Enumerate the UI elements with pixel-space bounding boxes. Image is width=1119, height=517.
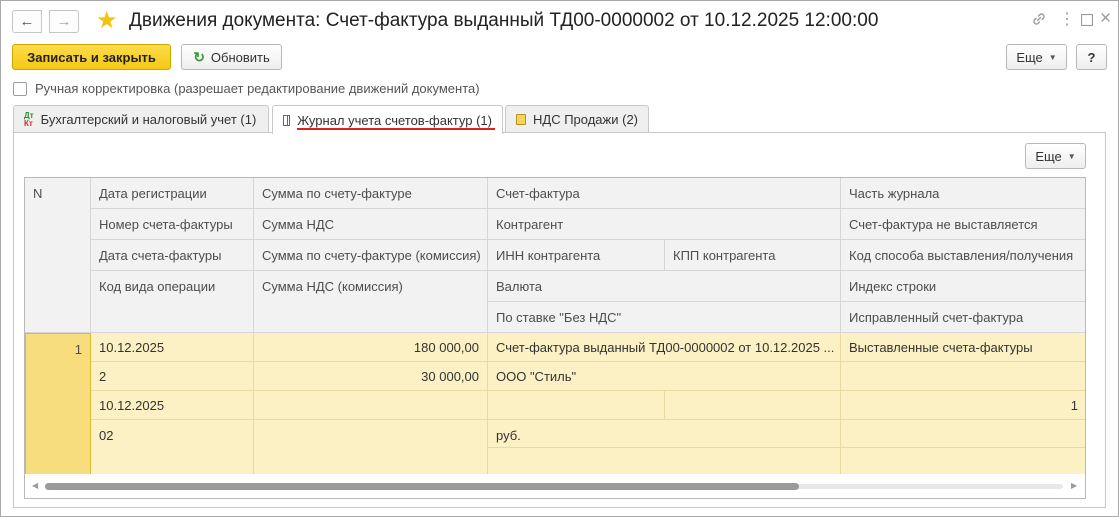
header-operation-code[interactable]: Код вида операции	[91, 271, 254, 333]
header-registration-date[interactable]: Дата регистрации	[91, 178, 254, 209]
cell-currency[interactable]: руб.	[488, 420, 841, 448]
dt-kt-icon: Дт Кт	[24, 110, 34, 128]
header-invoice[interactable]: Счет-фактура	[488, 178, 841, 209]
header-invoice-amount-commission[interactable]: Сумма по счету-фактуре (комиссия)	[254, 240, 488, 271]
header-invoice-amount[interactable]: Сумма по счету-фактуре	[254, 178, 488, 209]
cell-counterparty[interactable]: ООО "Стиль"	[488, 362, 841, 391]
header-issue-method-code[interactable]: Код способа выставления/получения	[841, 240, 1085, 271]
header-counterparty-inn[interactable]: ИНН контрагента	[488, 240, 665, 271]
horizontal-scrollbar[interactable]: ◀ ▶	[25, 474, 1085, 498]
header-invoice-date[interactable]: Дата счета-фактуры	[91, 240, 254, 271]
scroll-right-icon[interactable]: ▶	[1071, 481, 1077, 490]
table-grid-icon	[283, 114, 291, 126]
cell-corrected-invoice[interactable]	[841, 448, 1085, 476]
link-icon[interactable]	[1031, 11, 1047, 31]
cell-counterparty-inn[interactable]	[488, 391, 665, 420]
tab-vat-sales[interactable]: НДС Продажи (2)	[505, 105, 649, 133]
header-n[interactable]: N	[25, 178, 91, 333]
table-row-number[interactable]: 1	[25, 333, 91, 476]
refresh-button[interactable]: ↻ Обновить	[181, 44, 282, 70]
manual-correction-label: Ручная корректировка (разрешает редактир…	[35, 81, 480, 96]
active-tab-underline	[297, 128, 495, 130]
cell-journal-part[interactable]: Выставленные счета-фактуры	[841, 333, 1085, 362]
chevron-down-icon: ▼	[1067, 151, 1076, 161]
scroll-left-icon[interactable]: ◀	[32, 481, 38, 490]
favorite-star-icon[interactable]: ★	[96, 9, 118, 33]
cell-invoice[interactable]: Счет-фактура выданный ТД00-0000002 от 10…	[488, 333, 841, 362]
header-row-index[interactable]: Индекс строки	[841, 271, 1085, 302]
arrow-right-icon: →	[56, 13, 72, 30]
more-button[interactable]: Еще ▼	[1006, 44, 1067, 70]
refresh-icon: ↻	[193, 48, 205, 65]
tab-accounting-label: Бухгалтерский и налоговый учет (1)	[40, 112, 257, 127]
more-menu-icon[interactable]: ⋮	[1059, 9, 1075, 29]
header-corrected-invoice[interactable]: Исправленный счет-фактура	[841, 302, 1085, 333]
chevron-down-icon: ▼	[1048, 52, 1057, 62]
cell-invoice-amount[interactable]: 180 000,00	[254, 333, 488, 362]
header-vat-amount-commission[interactable]: Сумма НДС (комиссия)	[254, 271, 488, 333]
cell-registration-date[interactable]: 10.12.2025	[91, 333, 254, 362]
tab-invoice-journal-label: Журнал учета счетов-фактур (1)	[297, 112, 492, 128]
cell-operation-code[interactable]: 02	[91, 420, 254, 476]
cell-no-vat-rate[interactable]	[488, 448, 841, 476]
help-button[interactable]: ?	[1076, 44, 1107, 70]
manual-correction-checkbox[interactable]	[13, 81, 27, 96]
header-currency[interactable]: Валюта	[488, 271, 841, 302]
header-vat-amount[interactable]: Сумма НДС	[254, 209, 488, 240]
arrow-left-icon: ←	[19, 13, 35, 30]
tab-vat-sales-label: НДС Продажи (2)	[533, 112, 638, 127]
invoice-journal-table: N Дата регистрации Сумма по счету-фактур…	[24, 177, 1086, 499]
header-journal-part[interactable]: Часть журнала	[841, 178, 1085, 209]
manual-correction-row[interactable]: Ручная корректировка (разрешает редактир…	[13, 81, 480, 96]
cell-counterparty-kpp[interactable]	[665, 391, 841, 420]
cell-vat-amount[interactable]: 30 000,00	[254, 362, 488, 391]
scrollbar-thumb[interactable]	[45, 483, 799, 490]
maximize-icon[interactable]	[1080, 13, 1094, 30]
vat-sales-icon	[516, 114, 527, 125]
header-not-issued[interactable]: Счет-фактура не выставляется	[841, 209, 1085, 240]
cell-row-index[interactable]: 1	[841, 391, 1085, 420]
forward-button[interactable]: →	[49, 10, 79, 33]
refresh-label: Обновить	[210, 49, 270, 65]
cell-vat-amount-commission[interactable]	[254, 420, 488, 476]
header-invoice-number[interactable]: Номер счета-фактуры	[91, 209, 254, 240]
close-icon[interactable]: ×	[1100, 8, 1111, 30]
header-no-vat-rate[interactable]: По ставке "Без НДС"	[488, 302, 841, 333]
window-title: Движения документа: Счет-фактура выданны…	[129, 10, 879, 31]
save-and-close-button[interactable]: Записать и закрыть	[12, 44, 171, 70]
cell-invoice-number[interactable]: 2	[91, 362, 254, 391]
back-button[interactable]: ←	[12, 10, 42, 33]
cell-not-issued[interactable]	[841, 362, 1085, 391]
table-more-button[interactable]: Еще ▼	[1025, 143, 1086, 169]
movements-window: ← → ★ Движения документа: Счет-фактура в…	[0, 0, 1119, 517]
cell-invoice-date[interactable]: 10.12.2025	[91, 391, 254, 420]
more-label: Еще	[1016, 49, 1043, 65]
header-counterparty-kpp[interactable]: КПП контрагента	[665, 240, 841, 271]
cell-invoice-amount-commission[interactable]	[254, 391, 488, 420]
header-counterparty[interactable]: Контрагент	[488, 209, 841, 240]
title-bar: ← → ★ Движения документа: Счет-фактура в…	[1, 1, 1118, 41]
tab-accounting[interactable]: Дт Кт Бухгалтерский и налоговый учет (1)	[13, 105, 269, 133]
table-more-label: Еще	[1035, 148, 1062, 164]
cell-empty-right[interactable]	[841, 420, 1085, 448]
